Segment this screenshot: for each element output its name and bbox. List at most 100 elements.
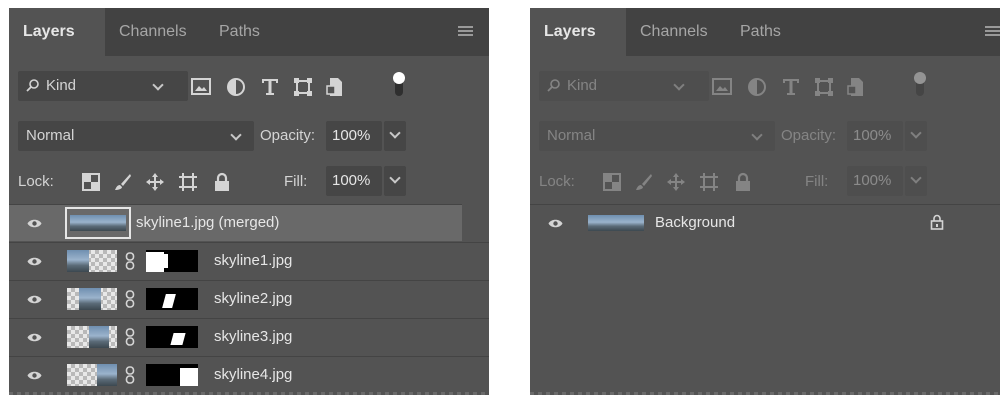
- opacity-input: 100%: [847, 121, 903, 151]
- opacity-dropdown-button[interactable]: [384, 121, 406, 151]
- chevron-down-icon: [673, 79, 685, 91]
- layers-panel-left: Layers Channels Paths Kind Normal Opacit…: [9, 8, 489, 395]
- layer-row[interactable]: skyline1.jpg: [9, 242, 489, 279]
- layer-row[interactable]: skyline3.jpg: [9, 318, 489, 355]
- adjustment-layer-filter-icon: [748, 78, 766, 96]
- layer-thumbnail: [67, 288, 117, 310]
- panel-menu-icon[interactable]: [458, 26, 473, 37]
- layer-thumbnail: [67, 364, 117, 386]
- chevron-down-icon: [910, 172, 922, 184]
- eye-icon[interactable]: [27, 369, 42, 382]
- tab-channels[interactable]: Channels: [105, 8, 205, 56]
- lock-artboard-icon[interactable]: [178, 172, 198, 192]
- opacity-label: Opacity:: [781, 127, 837, 144]
- blend-mode-label: Normal: [26, 127, 75, 144]
- adjustment-layer-filter-icon[interactable]: [225, 76, 247, 98]
- search-icon: [26, 79, 39, 92]
- layer-thumbnail: [70, 215, 126, 231]
- layer-filter-bar: Kind: [530, 56, 1000, 121]
- layer-filter-bar: Kind: [9, 56, 489, 121]
- layer-thumbnail: [67, 326, 117, 348]
- lock-artboard-icon: [700, 173, 718, 191]
- lock-image-pixels-icon: [636, 174, 652, 190]
- fill-dropdown-button: [905, 166, 927, 196]
- blend-row: Normal Opacity: 100%: [9, 121, 489, 166]
- layer-mask-thumbnail[interactable]: [146, 364, 198, 386]
- layer-mask-thumbnail[interactable]: [146, 288, 198, 310]
- search-icon: [547, 79, 560, 92]
- type-layer-filter-icon: [783, 79, 799, 95]
- fill-label: Fill:: [284, 173, 308, 190]
- eye-icon[interactable]: [27, 331, 42, 344]
- filter-toggle-icon: [914, 72, 926, 96]
- lock-position-icon: [667, 173, 685, 191]
- pixel-layer-filter-icon: [712, 78, 732, 95]
- tab-paths[interactable]: Paths: [726, 8, 806, 56]
- panel-tab-bar: Layers Channels Paths: [9, 8, 489, 56]
- opacity-dropdown-button: [905, 121, 927, 151]
- link-chain-icon[interactable]: [125, 366, 135, 384]
- fill-label: Fill:: [805, 173, 829, 190]
- layer-name: skyline2.jpg: [214, 290, 293, 307]
- tab-channels[interactable]: Channels: [626, 8, 726, 56]
- layers-panel-right: Layers Channels Paths Kind Normal Opacit…: [530, 8, 1000, 395]
- layer-row[interactable]: skyline1.jpg (merged): [9, 204, 462, 241]
- layer-thumbnail: [67, 250, 117, 272]
- fill-value: 100%: [853, 172, 892, 189]
- link-chain-icon[interactable]: [125, 290, 135, 308]
- lock-all-icon[interactable]: [212, 172, 232, 192]
- shape-layer-filter-icon: [815, 78, 833, 96]
- layer-name: skyline4.jpg: [214, 366, 293, 383]
- layer-name: Background: [655, 214, 736, 231]
- tab-layers[interactable]: Layers: [530, 8, 626, 56]
- chevron-down-icon: [751, 129, 763, 141]
- opacity-value: 100%: [332, 127, 371, 144]
- chevron-down-icon: [389, 127, 401, 139]
- smart-object-filter-icon: [847, 78, 863, 96]
- lock-position-icon[interactable]: [145, 172, 165, 192]
- layer-thumbnail-frame: [65, 207, 131, 239]
- eye-icon[interactable]: [27, 255, 42, 268]
- lock-icon: [930, 214, 944, 230]
- fill-dropdown-button[interactable]: [384, 166, 406, 196]
- filter-kind-label: Kind: [567, 77, 598, 94]
- fill-input: 100%: [847, 166, 903, 196]
- eye-icon[interactable]: [27, 217, 42, 230]
- chevron-down-icon: [152, 79, 164, 91]
- filter-kind-select: Kind: [539, 71, 709, 101]
- filter-kind-select[interactable]: Kind: [18, 71, 188, 101]
- eye-icon[interactable]: [548, 217, 563, 230]
- tab-layers[interactable]: Layers: [9, 8, 105, 56]
- link-chain-icon[interactable]: [125, 252, 135, 270]
- layer-row[interactable]: Background: [530, 204, 1000, 241]
- link-chain-icon[interactable]: [125, 328, 135, 346]
- panel-menu-icon[interactable]: [985, 26, 1000, 37]
- blend-row: Normal Opacity: 100%: [530, 121, 1000, 166]
- chevron-down-icon: [389, 172, 401, 184]
- pixel-layer-filter-icon[interactable]: [190, 76, 212, 98]
- blend-mode-label: Normal: [547, 127, 596, 144]
- blend-mode-select[interactable]: Normal: [18, 121, 254, 151]
- tab-paths[interactable]: Paths: [205, 8, 285, 56]
- layer-name: skyline1.jpg (merged): [136, 214, 280, 231]
- layer-row[interactable]: skyline4.jpg: [9, 356, 489, 393]
- smart-object-filter-icon[interactable]: [324, 76, 346, 98]
- layer-mask-thumbnail[interactable]: [146, 250, 198, 272]
- layer-row[interactable]: skyline2.jpg: [9, 280, 489, 317]
- blend-mode-select: Normal: [539, 121, 775, 151]
- opacity-input[interactable]: 100%: [326, 121, 382, 151]
- type-layer-filter-icon[interactable]: [259, 76, 281, 98]
- lock-label: Lock:: [539, 173, 575, 190]
- lock-transparent-pixels-icon[interactable]: [81, 172, 101, 192]
- eye-icon[interactable]: [27, 293, 42, 306]
- lock-transparent-pixels-icon: [603, 173, 621, 191]
- fill-input[interactable]: 100%: [326, 166, 382, 196]
- lock-image-pixels-icon[interactable]: [113, 172, 133, 192]
- layer-name: skyline1.jpg: [214, 252, 293, 269]
- chevron-down-icon: [910, 127, 922, 139]
- opacity-value: 100%: [853, 127, 892, 144]
- filter-toggle-icon[interactable]: [392, 70, 406, 100]
- shape-layer-filter-icon[interactable]: [292, 76, 314, 98]
- fill-value: 100%: [332, 172, 371, 189]
- layer-mask-thumbnail[interactable]: [146, 326, 198, 348]
